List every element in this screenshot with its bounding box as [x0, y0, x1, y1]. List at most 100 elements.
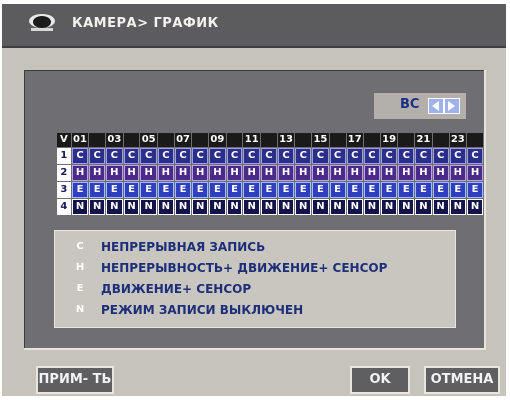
schedule-cell[interactable]: N — [312, 199, 329, 215]
schedule-cell[interactable]: H — [89, 165, 106, 181]
schedule-cell[interactable]: E — [398, 182, 415, 198]
schedule-cell[interactable]: H — [380, 165, 398, 181]
schedule-cell[interactable]: H — [432, 165, 449, 181]
schedule-cell[interactable]: E — [192, 182, 209, 198]
schedule-cell[interactable]: N — [226, 199, 243, 215]
schedule-cell[interactable]: H — [157, 165, 174, 181]
schedule-cell[interactable]: H — [209, 165, 226, 181]
schedule-cell[interactable]: C — [174, 148, 192, 164]
apply-button[interactable]: ПРИМ- ТЬ — [36, 366, 114, 394]
schedule-cell[interactable]: C — [209, 148, 226, 164]
schedule-cell[interactable]: N — [449, 199, 467, 215]
schedule-cell[interactable]: N — [295, 199, 312, 215]
schedule-cell[interactable]: N — [380, 199, 398, 215]
schedule-cell[interactable]: H — [106, 165, 123, 181]
schedule-cell[interactable]: H — [192, 165, 209, 181]
schedule-cell[interactable]: N — [89, 199, 106, 215]
schedule-cell[interactable]: C — [295, 148, 312, 164]
schedule-cell[interactable]: C — [380, 148, 398, 164]
schedule-cell[interactable]: E — [449, 182, 467, 198]
next-day-arrow-icon[interactable] — [444, 98, 460, 114]
schedule-cell[interactable]: H — [260, 165, 277, 181]
schedule-cell[interactable]: E — [329, 182, 346, 198]
schedule-cell[interactable]: H — [295, 165, 312, 181]
ok-button[interactable]: OK — [350, 366, 410, 394]
schedule-cell[interactable]: H — [243, 165, 260, 181]
schedule-cell[interactable]: N — [329, 199, 346, 215]
schedule-cell[interactable]: C — [312, 148, 329, 164]
schedule-cell[interactable]: E — [123, 182, 140, 198]
schedule-cell[interactable]: E — [260, 182, 277, 198]
schedule-cell[interactable]: C — [123, 148, 140, 164]
schedule-cell[interactable]: E — [363, 182, 380, 198]
schedule-cell[interactable]: H — [329, 165, 346, 181]
schedule-cell[interactable]: E — [209, 182, 226, 198]
schedule-cell[interactable]: E — [243, 182, 260, 198]
schedule-cell[interactable]: C — [260, 148, 277, 164]
schedule-cell[interactable]: N — [432, 199, 449, 215]
schedule-cell[interactable]: N — [140, 199, 157, 215]
schedule-cell[interactable]: E — [312, 182, 329, 198]
schedule-cell[interactable]: E — [89, 182, 106, 198]
schedule-cell[interactable]: E — [71, 182, 89, 198]
schedule-cell[interactable]: E — [432, 182, 449, 198]
schedule-cell[interactable]: E — [174, 182, 192, 198]
schedule-cell[interactable]: C — [449, 148, 467, 164]
schedule-cell[interactable]: N — [174, 199, 192, 215]
schedule-cell[interactable]: E — [157, 182, 174, 198]
schedule-cell[interactable]: N — [71, 199, 89, 215]
schedule-cell[interactable]: C — [277, 148, 295, 164]
schedule-cell[interactable]: N — [363, 199, 380, 215]
schedule-cell[interactable]: E — [277, 182, 295, 198]
schedule-cell[interactable]: N — [467, 199, 483, 215]
schedule-cell[interactable]: C — [226, 148, 243, 164]
schedule-cell[interactable]: H — [277, 165, 295, 181]
schedule-cell[interactable]: N — [209, 199, 226, 215]
schedule-cell[interactable]: C — [243, 148, 260, 164]
schedule-cell[interactable]: C — [329, 148, 346, 164]
schedule-cell[interactable]: C — [398, 148, 415, 164]
schedule-cell[interactable]: C — [467, 148, 483, 164]
schedule-cell[interactable]: E — [295, 182, 312, 198]
schedule-cell[interactable]: C — [415, 148, 432, 164]
cancel-button[interactable]: ОТМЕНА — [424, 366, 500, 394]
schedule-cell[interactable]: E — [106, 182, 123, 198]
schedule-cell[interactable]: C — [192, 148, 209, 164]
schedule-cell[interactable]: C — [157, 148, 174, 164]
schedule-cell[interactable]: C — [71, 148, 89, 164]
schedule-cell[interactable]: H — [363, 165, 380, 181]
schedule-cell[interactable]: E — [346, 182, 363, 198]
schedule-cell[interactable]: C — [106, 148, 123, 164]
schedule-cell[interactable]: E — [380, 182, 398, 198]
schedule-cell[interactable]: C — [432, 148, 449, 164]
prev-day-arrow-icon[interactable] — [428, 98, 444, 114]
schedule-cell[interactable]: N — [415, 199, 432, 215]
schedule-cell[interactable]: H — [226, 165, 243, 181]
schedule-cell[interactable]: N — [123, 199, 140, 215]
schedule-cell[interactable]: C — [346, 148, 363, 164]
schedule-cell[interactable]: N — [243, 199, 260, 215]
schedule-cell[interactable]: E — [140, 182, 157, 198]
schedule-cell[interactable]: H — [140, 165, 157, 181]
schedule-cell[interactable]: E — [226, 182, 243, 198]
schedule-cell[interactable]: H — [346, 165, 363, 181]
schedule-cell[interactable]: H — [71, 165, 89, 181]
schedule-cell[interactable]: N — [260, 199, 277, 215]
schedule-cell[interactable]: H — [415, 165, 432, 181]
schedule-cell[interactable]: C — [89, 148, 106, 164]
schedule-cell[interactable]: N — [277, 199, 295, 215]
schedule-cell[interactable]: H — [467, 165, 483, 181]
schedule-cell[interactable]: H — [449, 165, 467, 181]
schedule-cell[interactable]: E — [467, 182, 483, 198]
schedule-cell[interactable]: H — [312, 165, 329, 181]
schedule-cell[interactable]: N — [192, 199, 209, 215]
schedule-cell[interactable]: C — [363, 148, 380, 164]
schedule-cell[interactable]: N — [157, 199, 174, 215]
schedule-cell[interactable]: H — [123, 165, 140, 181]
schedule-cell[interactable]: N — [398, 199, 415, 215]
schedule-cell[interactable]: N — [106, 199, 123, 215]
schedule-cell[interactable]: E — [415, 182, 432, 198]
schedule-cell[interactable]: N — [346, 199, 363, 215]
schedule-cell[interactable]: H — [398, 165, 415, 181]
schedule-cell[interactable]: H — [174, 165, 192, 181]
